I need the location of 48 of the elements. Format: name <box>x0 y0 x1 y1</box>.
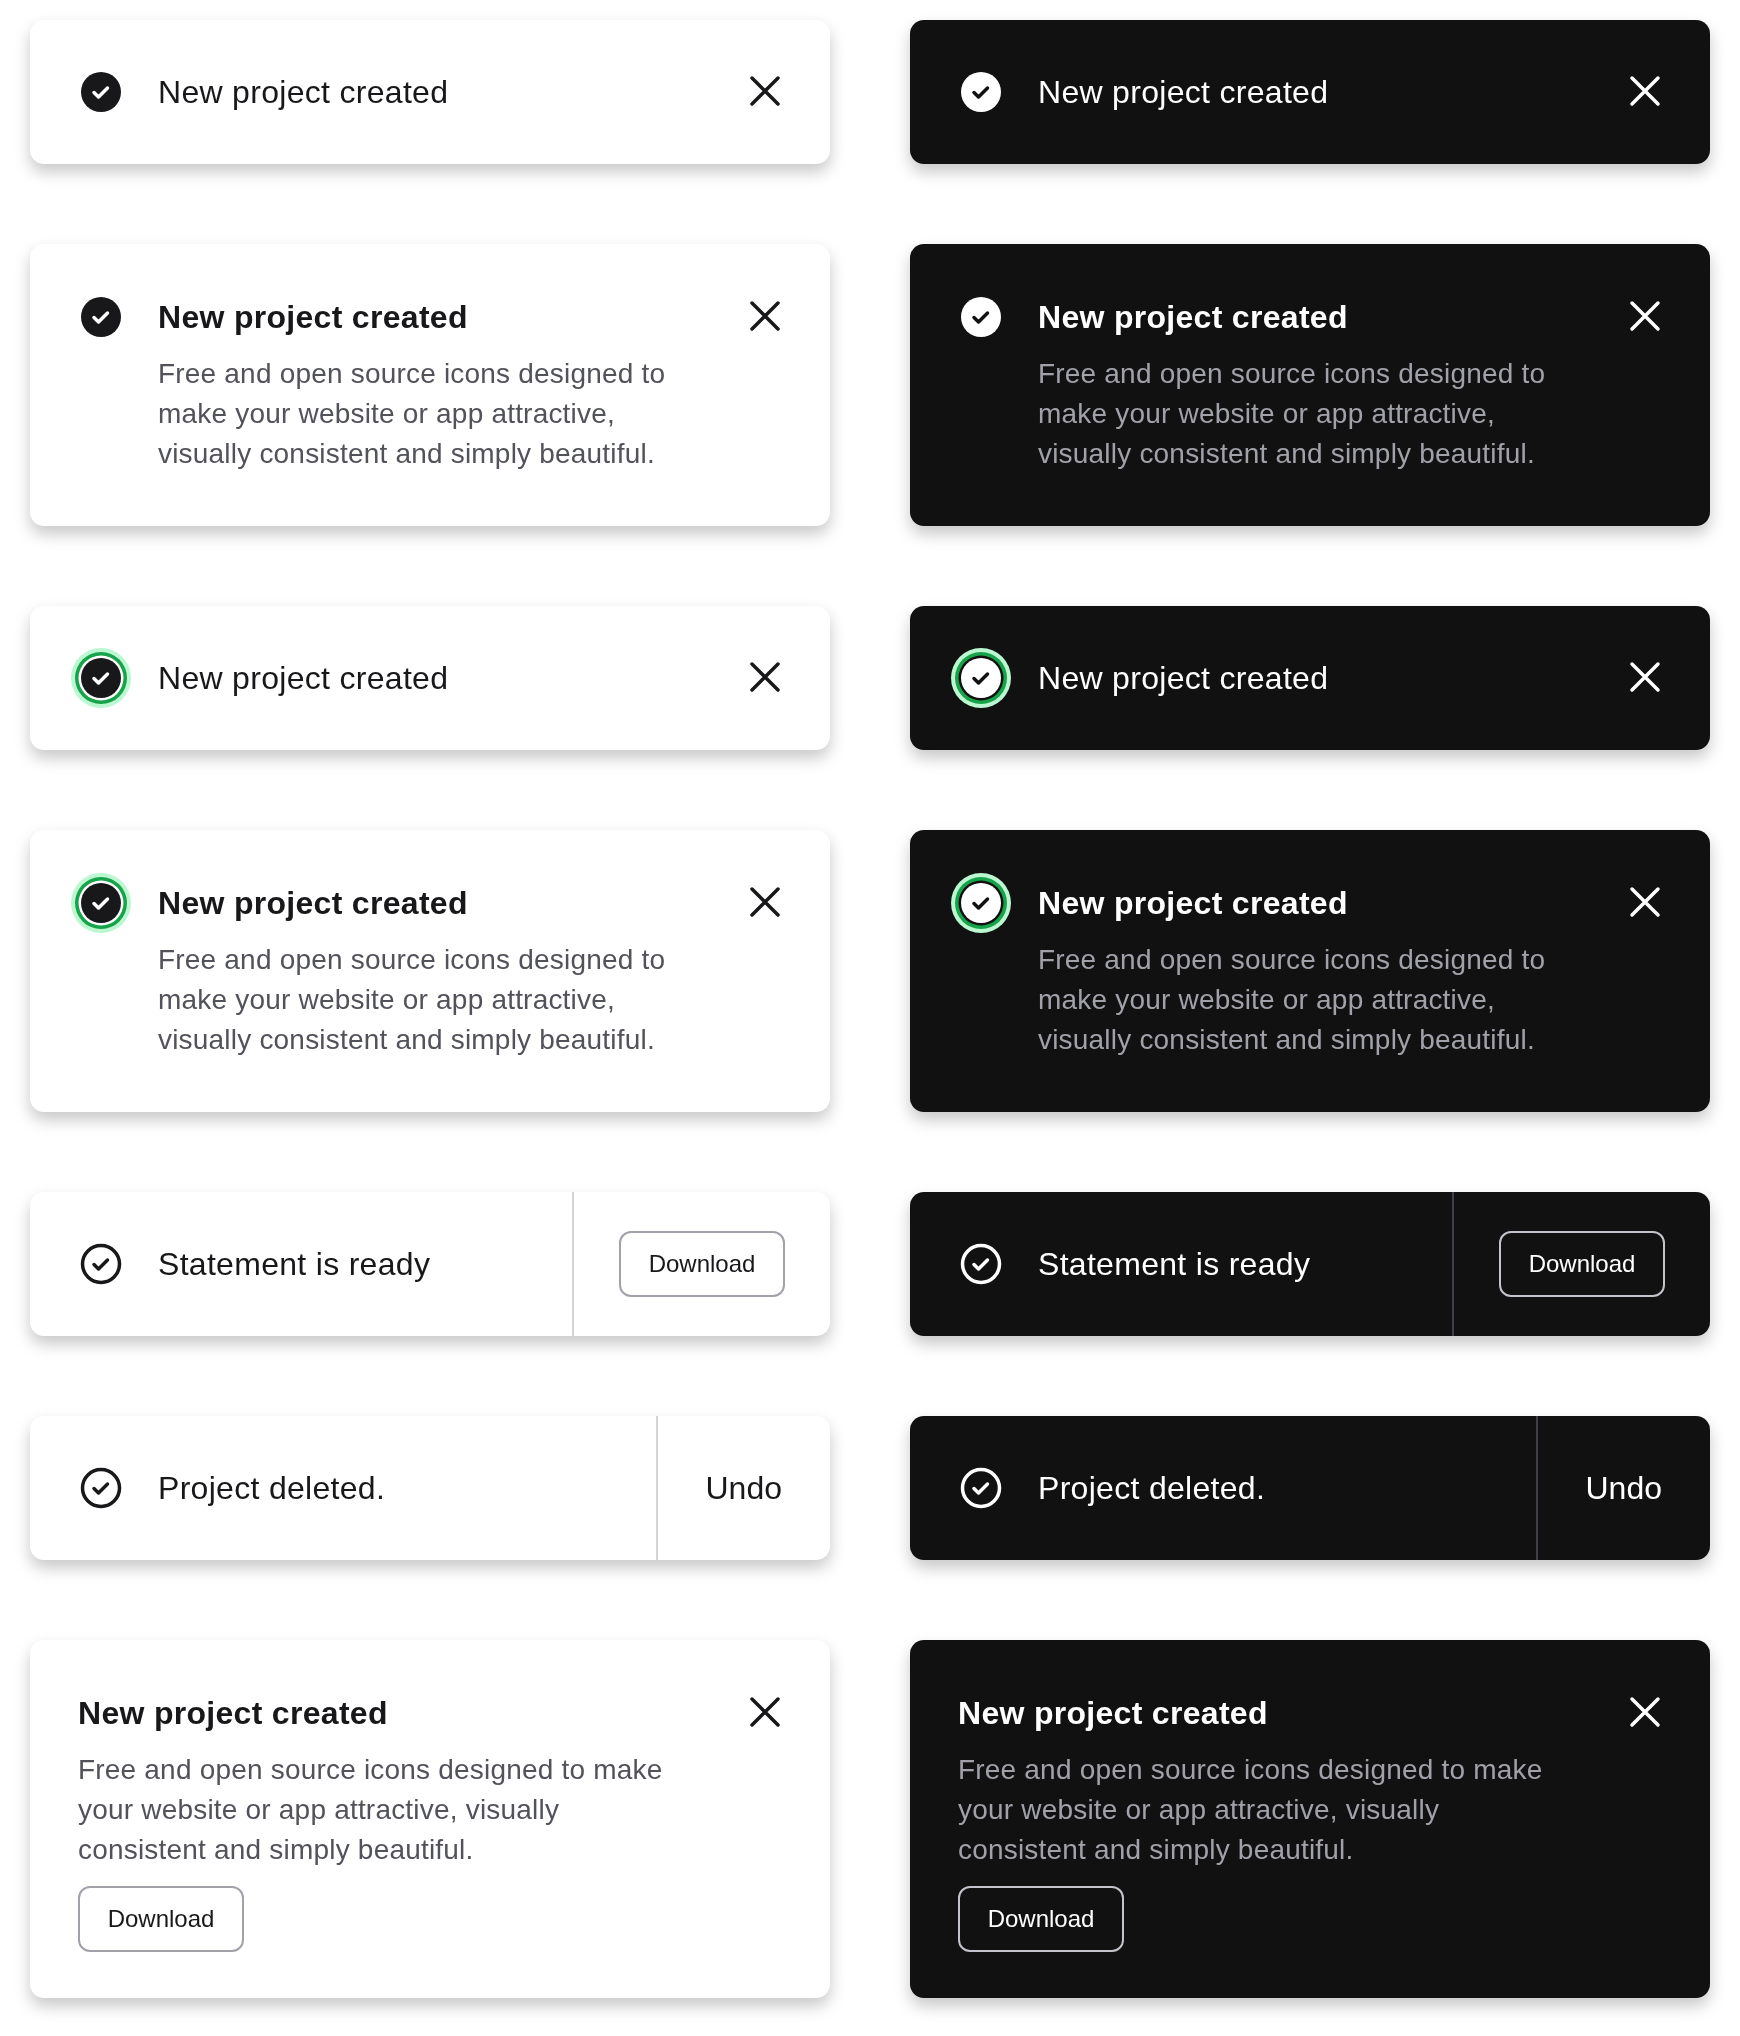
toast-title: New project created <box>1038 659 1330 698</box>
toast-title: Statement is ready <box>158 1245 431 1284</box>
check-circle-icon <box>70 647 132 709</box>
toast-description: Free and open source icons designed to make your website or app attractive, visually consistent and simply beautiful. <box>1038 943 1547 1057</box>
download-button[interactable]: Download <box>619 1231 785 1297</box>
download-button[interactable]: Download <box>1499 1231 1665 1297</box>
close-icon <box>1629 75 1661 107</box>
toast-title: Project deleted. <box>1038 1469 1266 1508</box>
toast-title: New project created <box>78 1694 389 1733</box>
toast-title: Statement is ready <box>1038 1245 1311 1284</box>
toast-description: Free and open source icons designed to make your website or app attractive, visually consistent and simply beautiful. <box>158 357 667 471</box>
check-circle-icon <box>80 1467 122 1509</box>
close-icon <box>749 886 781 918</box>
toast-title: New project created <box>958 1694 1269 1733</box>
close-icon <box>1629 661 1661 693</box>
toast-title: New project created <box>1038 298 1349 337</box>
toast-title: New project created <box>158 73 450 112</box>
check-circle-icon <box>950 872 1012 934</box>
toast-title: New project created <box>158 659 450 698</box>
toast-description: Free and open source icons designed to make your website or app attractive, visually consistent and simply beautiful. <box>78 1753 664 1867</box>
close-icon <box>1629 300 1661 332</box>
toast-title: New project created <box>1038 73 1330 112</box>
toast-title: Project deleted. <box>158 1469 386 1508</box>
close-icon <box>749 75 781 107</box>
undo-button[interactable]: Undo <box>705 1464 782 1512</box>
close-icon <box>1629 886 1661 918</box>
download-button[interactable]: Download <box>958 1886 1124 1952</box>
toast-title: New project created <box>158 884 469 923</box>
check-circle-icon <box>80 1243 122 1285</box>
close-icon <box>749 1696 781 1728</box>
check-circle-icon <box>960 71 1002 113</box>
check-circle-icon <box>960 1243 1002 1285</box>
check-circle-icon <box>80 296 122 338</box>
check-circle-icon <box>950 647 1012 709</box>
check-circle-icon <box>960 296 1002 338</box>
close-icon <box>749 661 781 693</box>
undo-button[interactable]: Undo <box>1585 1464 1662 1512</box>
toast-description: Free and open source icons designed to make your website or app attractive, visually consistent and simply beautiful. <box>1038 357 1547 471</box>
check-circle-icon <box>70 872 132 934</box>
check-circle-icon <box>80 71 122 113</box>
close-icon <box>1629 1696 1661 1728</box>
toast-title: New project created <box>158 298 469 337</box>
toast-description: Free and open source icons designed to make your website or app attractive, visually consistent and simply beautiful. <box>158 943 667 1057</box>
download-button[interactable]: Download <box>78 1886 244 1952</box>
toast-description: Free and open source icons designed to make your website or app attractive, visually consistent and simply beautiful. <box>958 1753 1544 1867</box>
close-icon <box>749 300 781 332</box>
check-circle-icon <box>960 1467 1002 1509</box>
toast-title: New project created <box>1038 884 1349 923</box>
